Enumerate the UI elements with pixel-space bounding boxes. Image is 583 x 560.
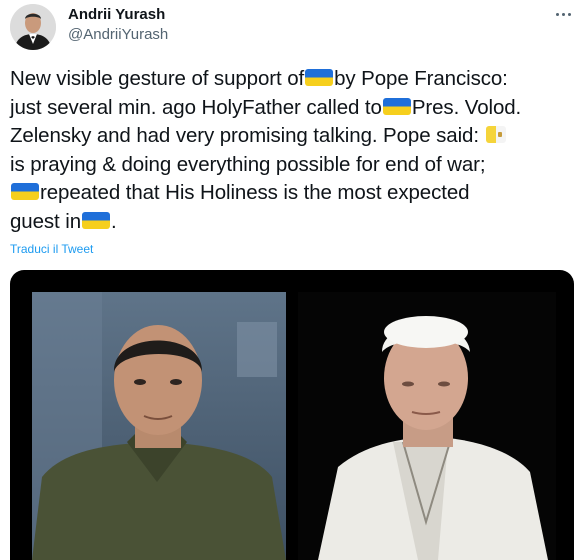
tweet-text-segment: . (111, 209, 117, 233)
ukraine-flag-icon (382, 97, 411, 115)
vatican-flag-icon (485, 126, 506, 143)
tweet-text-segment: just several min. ago HolyFather called … (10, 95, 382, 119)
tweet-text-segment: New visible gesture of support of (10, 67, 305, 90)
author-name[interactable]: Andrii Yurash (68, 6, 165, 24)
more-options-icon[interactable] (550, 4, 576, 24)
tweet-text-segment: by Pope Francisco: (334, 67, 508, 90)
tweet-text-segment: Pres. Volod. (411, 95, 522, 119)
tweet: Andrii Yurash @AndriiYurash New visible … (0, 0, 583, 560)
tweet-text-segment: guest in (10, 209, 82, 233)
ukraine-flag-icon (11, 183, 39, 200)
author-avatar[interactable] (10, 4, 56, 50)
photo-pope-francis (298, 292, 556, 560)
ukraine-flag-icon (82, 211, 111, 229)
author-handle[interactable]: @AndriiYurash (68, 26, 168, 44)
tweet-media-image[interactable] (10, 270, 574, 560)
tweet-text-segment: is praying & doing everything possible f… (10, 152, 486, 176)
tweet-text-segment: repeated that His Holiness is the most e… (40, 181, 470, 204)
tweet-text: New visible gesture of support of by Pope… (10, 65, 580, 236)
tweet-text-segment: Zelensky and had very promising talking.… (10, 124, 479, 147)
translate-tweet-link[interactable]: Traduci il Tweet (10, 241, 93, 257)
ukraine-flag-icon (305, 69, 334, 86)
photo-zelensky (32, 292, 286, 560)
